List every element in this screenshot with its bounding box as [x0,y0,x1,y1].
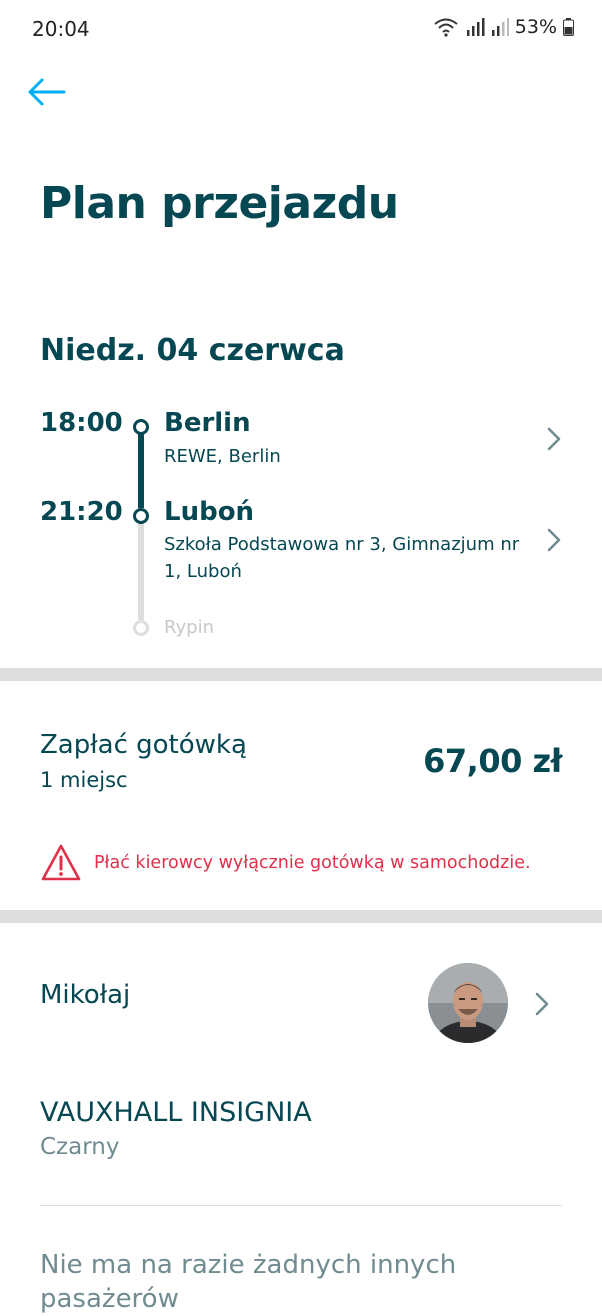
warning-text: Płać kierowcy wyłącznie gotówką w samoch… [94,853,531,873]
car-color: Czarny [40,1134,120,1160]
payment-method: Zapłać gotówką [40,730,247,760]
status-time: 20:04 [32,17,90,41]
chevron-right-icon[interactable] [542,525,566,555]
signal-r-icon [466,18,485,36]
divider-line [40,1205,562,1206]
departure-address[interactable]: REWE, Berlin [164,443,524,470]
section-divider [0,668,602,681]
departure-city[interactable]: Berlin [164,408,251,438]
route-timeline [133,419,149,636]
trip-date: Niedz. 04 czerwca [40,333,345,368]
driver-avatar[interactable] [428,963,508,1043]
no-passengers-text: Nie ma na razie żadnych innych pasażerów [40,1250,457,1314]
status-icons: 53% [433,16,574,38]
cash-warning: Płać kierowcy wyłącznie gotówką w samoch… [40,842,531,884]
status-bar: 20:04 53% [0,0,602,60]
arrival-address[interactable]: Szkoła Podstawowa nr 3, Gimnazjum nr 1, … [164,531,524,585]
battery-icon [563,18,574,36]
page-title: Plan przejazdu [40,178,399,229]
arrival-time: 21:20 [40,497,123,527]
seats-count: 1 miejsc [40,768,128,792]
final-stop: Rypin [164,617,215,638]
arrival-city[interactable]: Luboń [164,497,254,527]
back-button[interactable] [24,72,72,112]
stop-dot-destination [133,508,149,524]
chevron-right-icon[interactable] [542,424,566,454]
car-model: VAUXHALL INSIGNIA [40,1097,312,1128]
signal-icon [491,18,509,36]
driver-name[interactable]: Mikołaj [40,980,130,1010]
warning-icon [41,844,81,881]
price: 67,00 zł [423,742,562,780]
arrow-left-icon [28,78,66,106]
stop-dot-final [133,620,149,636]
battery-percent: 53% [514,16,557,38]
section-divider [0,910,602,923]
wifi-icon [434,18,458,37]
departure-time: 18:00 [40,408,123,438]
chevron-right-icon[interactable] [530,989,554,1019]
stop-dot-origin [133,419,149,435]
